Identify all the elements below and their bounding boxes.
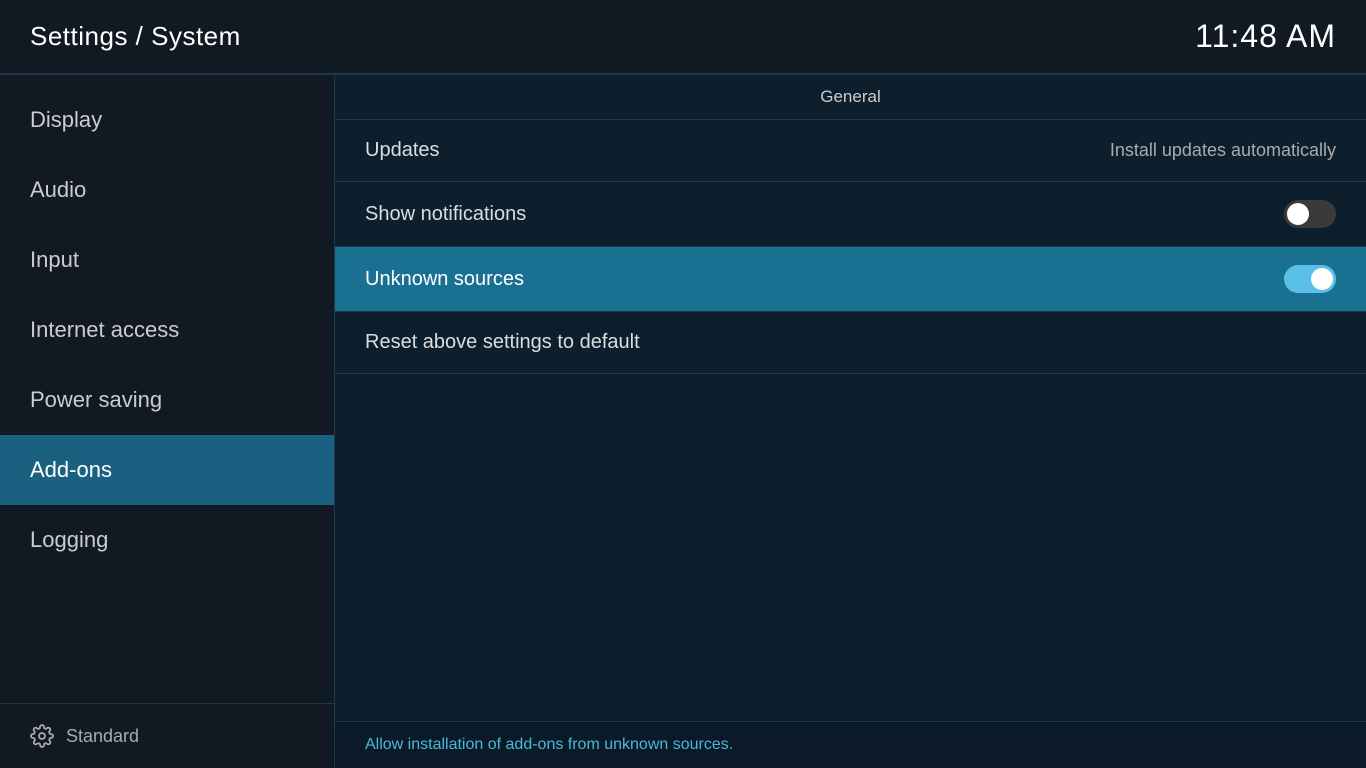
section-header: General [335, 75, 1366, 120]
sidebar-footer[interactable]: Standard [0, 703, 334, 768]
status-bar: Allow installation of add-ons from unkno… [335, 721, 1366, 768]
sidebar-nav: DisplayAudioInputInternet accessPower sa… [0, 75, 334, 703]
sidebar-item-display[interactable]: Display [0, 85, 334, 155]
setting-label-show-notifications: Show notifications [365, 203, 526, 226]
sidebar-item-power-saving[interactable]: Power saving [0, 365, 334, 435]
setting-label-updates: Updates [365, 139, 440, 162]
setting-row-reset-settings: Reset above settings to default [335, 312, 1366, 374]
toggle-knob-show-notifications [1287, 203, 1309, 225]
header: Settings / System 11:48 AM [0, 0, 1366, 75]
sidebar-item-input[interactable]: Input [0, 225, 334, 295]
clock: 11:48 AM [1195, 18, 1336, 55]
sidebar: DisplayAudioInputInternet accessPower sa… [0, 75, 335, 768]
setting-row-unknown-sources[interactable]: Unknown sources [335, 247, 1366, 312]
setting-value-updates: Install updates automatically [1110, 140, 1336, 161]
setting-row-show-notifications[interactable]: Show notifications [335, 182, 1366, 247]
gear-icon [30, 724, 54, 748]
content-area: General Updates Install updates automatic… [335, 75, 1366, 768]
setting-row-updates[interactable]: Updates Install updates automatically [335, 120, 1366, 182]
sidebar-item-audio[interactable]: Audio [0, 155, 334, 225]
status-text: Allow installation of add-ons from unkno… [365, 736, 733, 753]
content-inner: General Updates Install updates automatic… [335, 75, 1366, 721]
setting-label-reset-settings: Reset above settings to default [365, 331, 640, 354]
main-layout: DisplayAudioInputInternet accessPower sa… [0, 75, 1366, 768]
sidebar-item-logging[interactable]: Logging [0, 505, 334, 575]
sidebar-item-internet-access[interactable]: Internet access [0, 295, 334, 365]
sidebar-item-add-ons[interactable]: Add-ons [0, 435, 334, 505]
toggle-unknown-sources[interactable] [1284, 265, 1336, 293]
toggle-show-notifications[interactable] [1284, 200, 1336, 228]
settings-level-label: Standard [66, 726, 139, 747]
setting-label-unknown-sources: Unknown sources [365, 268, 524, 291]
toggle-knob-unknown-sources [1311, 268, 1333, 290]
settings-list: Updates Install updates automatically Show… [335, 120, 1366, 721]
page-title: Settings / System [30, 21, 241, 52]
